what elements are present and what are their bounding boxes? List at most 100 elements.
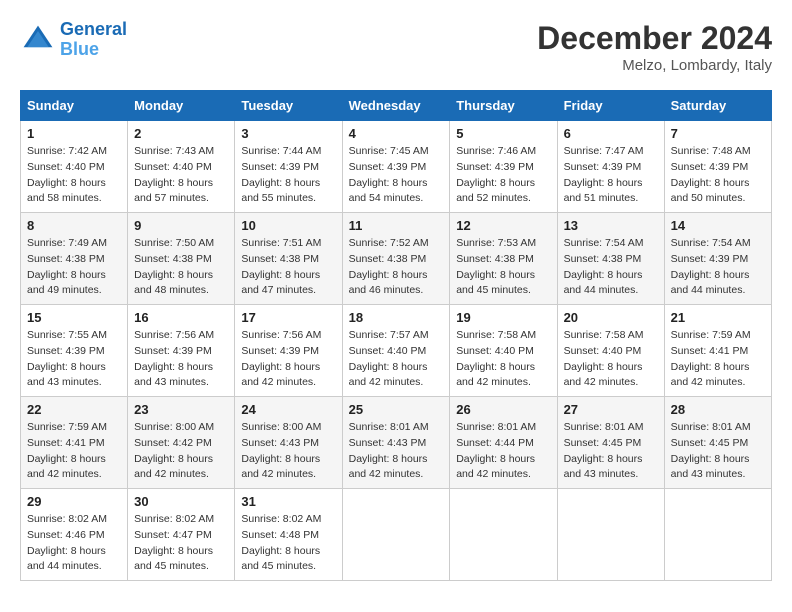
- calendar-cell: 13 Sunrise: 7:54 AM Sunset: 4:38 PM Dayl…: [557, 213, 664, 305]
- day-number: 11: [349, 218, 444, 233]
- day-number: 25: [349, 402, 444, 417]
- weekday-monday: Monday: [128, 91, 235, 121]
- calendar-cell: 20 Sunrise: 7:58 AM Sunset: 4:40 PM Dayl…: [557, 305, 664, 397]
- weekday-tuesday: Tuesday: [235, 91, 342, 121]
- calendar-cell: 5 Sunrise: 7:46 AM Sunset: 4:39 PM Dayli…: [450, 121, 557, 213]
- day-info: Sunrise: 7:51 AM Sunset: 4:38 PM Dayligh…: [241, 236, 335, 299]
- calendar-cell: [557, 489, 664, 581]
- day-info: Sunrise: 7:58 AM Sunset: 4:40 PM Dayligh…: [456, 328, 550, 391]
- day-info: Sunrise: 8:00 AM Sunset: 4:43 PM Dayligh…: [241, 420, 335, 483]
- calendar-cell: 21 Sunrise: 7:59 AM Sunset: 4:41 PM Dayl…: [664, 305, 771, 397]
- calendar-cell: 4 Sunrise: 7:45 AM Sunset: 4:39 PM Dayli…: [342, 121, 450, 213]
- day-info: Sunrise: 7:56 AM Sunset: 4:39 PM Dayligh…: [241, 328, 335, 391]
- day-info: Sunrise: 7:53 AM Sunset: 4:38 PM Dayligh…: [456, 236, 550, 299]
- week-row-4: 22 Sunrise: 7:59 AM Sunset: 4:41 PM Dayl…: [21, 397, 772, 489]
- calendar-cell: 22 Sunrise: 7:59 AM Sunset: 4:41 PM Dayl…: [21, 397, 128, 489]
- day-info: Sunrise: 7:54 AM Sunset: 4:38 PM Dayligh…: [564, 236, 658, 299]
- calendar-cell: 8 Sunrise: 7:49 AM Sunset: 4:38 PM Dayli…: [21, 213, 128, 305]
- weekday-wednesday: Wednesday: [342, 91, 450, 121]
- weekday-header-row: SundayMondayTuesdayWednesdayThursdayFrid…: [21, 91, 772, 121]
- location: Melzo, Lombardy, Italy: [537, 57, 772, 74]
- calendar-cell: [450, 489, 557, 581]
- day-info: Sunrise: 7:52 AM Sunset: 4:38 PM Dayligh…: [349, 236, 444, 299]
- calendar-table: SundayMondayTuesdayWednesdayThursdayFrid…: [20, 90, 772, 581]
- calendar-cell: 12 Sunrise: 7:53 AM Sunset: 4:38 PM Dayl…: [450, 213, 557, 305]
- day-info: Sunrise: 8:01 AM Sunset: 4:43 PM Dayligh…: [349, 420, 444, 483]
- calendar-cell: [664, 489, 771, 581]
- calendar-cell: 29 Sunrise: 8:02 AM Sunset: 4:46 PM Dayl…: [21, 489, 128, 581]
- day-info: Sunrise: 8:01 AM Sunset: 4:44 PM Dayligh…: [456, 420, 550, 483]
- day-info: Sunrise: 8:00 AM Sunset: 4:42 PM Dayligh…: [134, 420, 228, 483]
- day-info: Sunrise: 7:44 AM Sunset: 4:39 PM Dayligh…: [241, 144, 335, 207]
- day-info: Sunrise: 7:59 AM Sunset: 4:41 PM Dayligh…: [671, 328, 765, 391]
- calendar-cell: 9 Sunrise: 7:50 AM Sunset: 4:38 PM Dayli…: [128, 213, 235, 305]
- calendar-cell: 2 Sunrise: 7:43 AM Sunset: 4:40 PM Dayli…: [128, 121, 235, 213]
- day-number: 10: [241, 218, 335, 233]
- calendar-cell: 24 Sunrise: 8:00 AM Sunset: 4:43 PM Dayl…: [235, 397, 342, 489]
- day-info: Sunrise: 7:54 AM Sunset: 4:39 PM Dayligh…: [671, 236, 765, 299]
- day-info: Sunrise: 7:57 AM Sunset: 4:40 PM Dayligh…: [349, 328, 444, 391]
- day-number: 14: [671, 218, 765, 233]
- day-info: Sunrise: 8:01 AM Sunset: 4:45 PM Dayligh…: [564, 420, 658, 483]
- day-info: Sunrise: 7:49 AM Sunset: 4:38 PM Dayligh…: [27, 236, 121, 299]
- week-row-2: 8 Sunrise: 7:49 AM Sunset: 4:38 PM Dayli…: [21, 213, 772, 305]
- day-info: Sunrise: 7:59 AM Sunset: 4:41 PM Dayligh…: [27, 420, 121, 483]
- day-info: Sunrise: 8:01 AM Sunset: 4:45 PM Dayligh…: [671, 420, 765, 483]
- day-number: 13: [564, 218, 658, 233]
- week-row-5: 29 Sunrise: 8:02 AM Sunset: 4:46 PM Dayl…: [21, 489, 772, 581]
- calendar-cell: 18 Sunrise: 7:57 AM Sunset: 4:40 PM Dayl…: [342, 305, 450, 397]
- day-number: 5: [456, 126, 550, 141]
- day-info: Sunrise: 7:56 AM Sunset: 4:39 PM Dayligh…: [134, 328, 228, 391]
- calendar-cell: 28 Sunrise: 8:01 AM Sunset: 4:45 PM Dayl…: [664, 397, 771, 489]
- calendar-cell: 19 Sunrise: 7:58 AM Sunset: 4:40 PM Dayl…: [450, 305, 557, 397]
- day-number: 29: [27, 494, 121, 509]
- calendar-cell: 31 Sunrise: 8:02 AM Sunset: 4:48 PM Dayl…: [235, 489, 342, 581]
- calendar-cell: 1 Sunrise: 7:42 AM Sunset: 4:40 PM Dayli…: [21, 121, 128, 213]
- day-info: Sunrise: 8:02 AM Sunset: 4:48 PM Dayligh…: [241, 512, 335, 575]
- day-number: 24: [241, 402, 335, 417]
- day-info: Sunrise: 8:02 AM Sunset: 4:46 PM Dayligh…: [27, 512, 121, 575]
- logo-text: General Blue: [60, 20, 127, 60]
- day-number: 15: [27, 310, 121, 325]
- day-info: Sunrise: 8:02 AM Sunset: 4:47 PM Dayligh…: [134, 512, 228, 575]
- calendar-cell: 10 Sunrise: 7:51 AM Sunset: 4:38 PM Dayl…: [235, 213, 342, 305]
- day-number: 27: [564, 402, 658, 417]
- day-info: Sunrise: 7:50 AM Sunset: 4:38 PM Dayligh…: [134, 236, 228, 299]
- day-number: 21: [671, 310, 765, 325]
- day-number: 9: [134, 218, 228, 233]
- calendar-cell: 23 Sunrise: 8:00 AM Sunset: 4:42 PM Dayl…: [128, 397, 235, 489]
- day-info: Sunrise: 7:42 AM Sunset: 4:40 PM Dayligh…: [27, 144, 121, 207]
- calendar-cell: 17 Sunrise: 7:56 AM Sunset: 4:39 PM Dayl…: [235, 305, 342, 397]
- day-number: 20: [564, 310, 658, 325]
- day-info: Sunrise: 7:43 AM Sunset: 4:40 PM Dayligh…: [134, 144, 228, 207]
- week-row-1: 1 Sunrise: 7:42 AM Sunset: 4:40 PM Dayli…: [21, 121, 772, 213]
- day-number: 16: [134, 310, 228, 325]
- day-info: Sunrise: 7:45 AM Sunset: 4:39 PM Dayligh…: [349, 144, 444, 207]
- day-number: 18: [349, 310, 444, 325]
- calendar-cell: 16 Sunrise: 7:56 AM Sunset: 4:39 PM Dayl…: [128, 305, 235, 397]
- calendar-cell: 7 Sunrise: 7:48 AM Sunset: 4:39 PM Dayli…: [664, 121, 771, 213]
- day-number: 19: [456, 310, 550, 325]
- day-number: 17: [241, 310, 335, 325]
- day-number: 23: [134, 402, 228, 417]
- day-number: 26: [456, 402, 550, 417]
- day-info: Sunrise: 7:47 AM Sunset: 4:39 PM Dayligh…: [564, 144, 658, 207]
- day-info: Sunrise: 7:58 AM Sunset: 4:40 PM Dayligh…: [564, 328, 658, 391]
- day-number: 31: [241, 494, 335, 509]
- calendar-cell: 30 Sunrise: 8:02 AM Sunset: 4:47 PM Dayl…: [128, 489, 235, 581]
- day-number: 3: [241, 126, 335, 141]
- day-number: 30: [134, 494, 228, 509]
- logo: General Blue: [20, 20, 127, 60]
- day-number: 4: [349, 126, 444, 141]
- day-number: 8: [27, 218, 121, 233]
- day-number: 6: [564, 126, 658, 141]
- calendar-cell: 27 Sunrise: 8:01 AM Sunset: 4:45 PM Dayl…: [557, 397, 664, 489]
- page-header: General Blue December 2024 Melzo, Lombar…: [20, 20, 772, 74]
- day-info: Sunrise: 7:48 AM Sunset: 4:39 PM Dayligh…: [671, 144, 765, 207]
- day-number: 28: [671, 402, 765, 417]
- weekday-friday: Friday: [557, 91, 664, 121]
- day-number: 22: [27, 402, 121, 417]
- calendar-cell: 26 Sunrise: 8:01 AM Sunset: 4:44 PM Dayl…: [450, 397, 557, 489]
- calendar-cell: [342, 489, 450, 581]
- day-number: 12: [456, 218, 550, 233]
